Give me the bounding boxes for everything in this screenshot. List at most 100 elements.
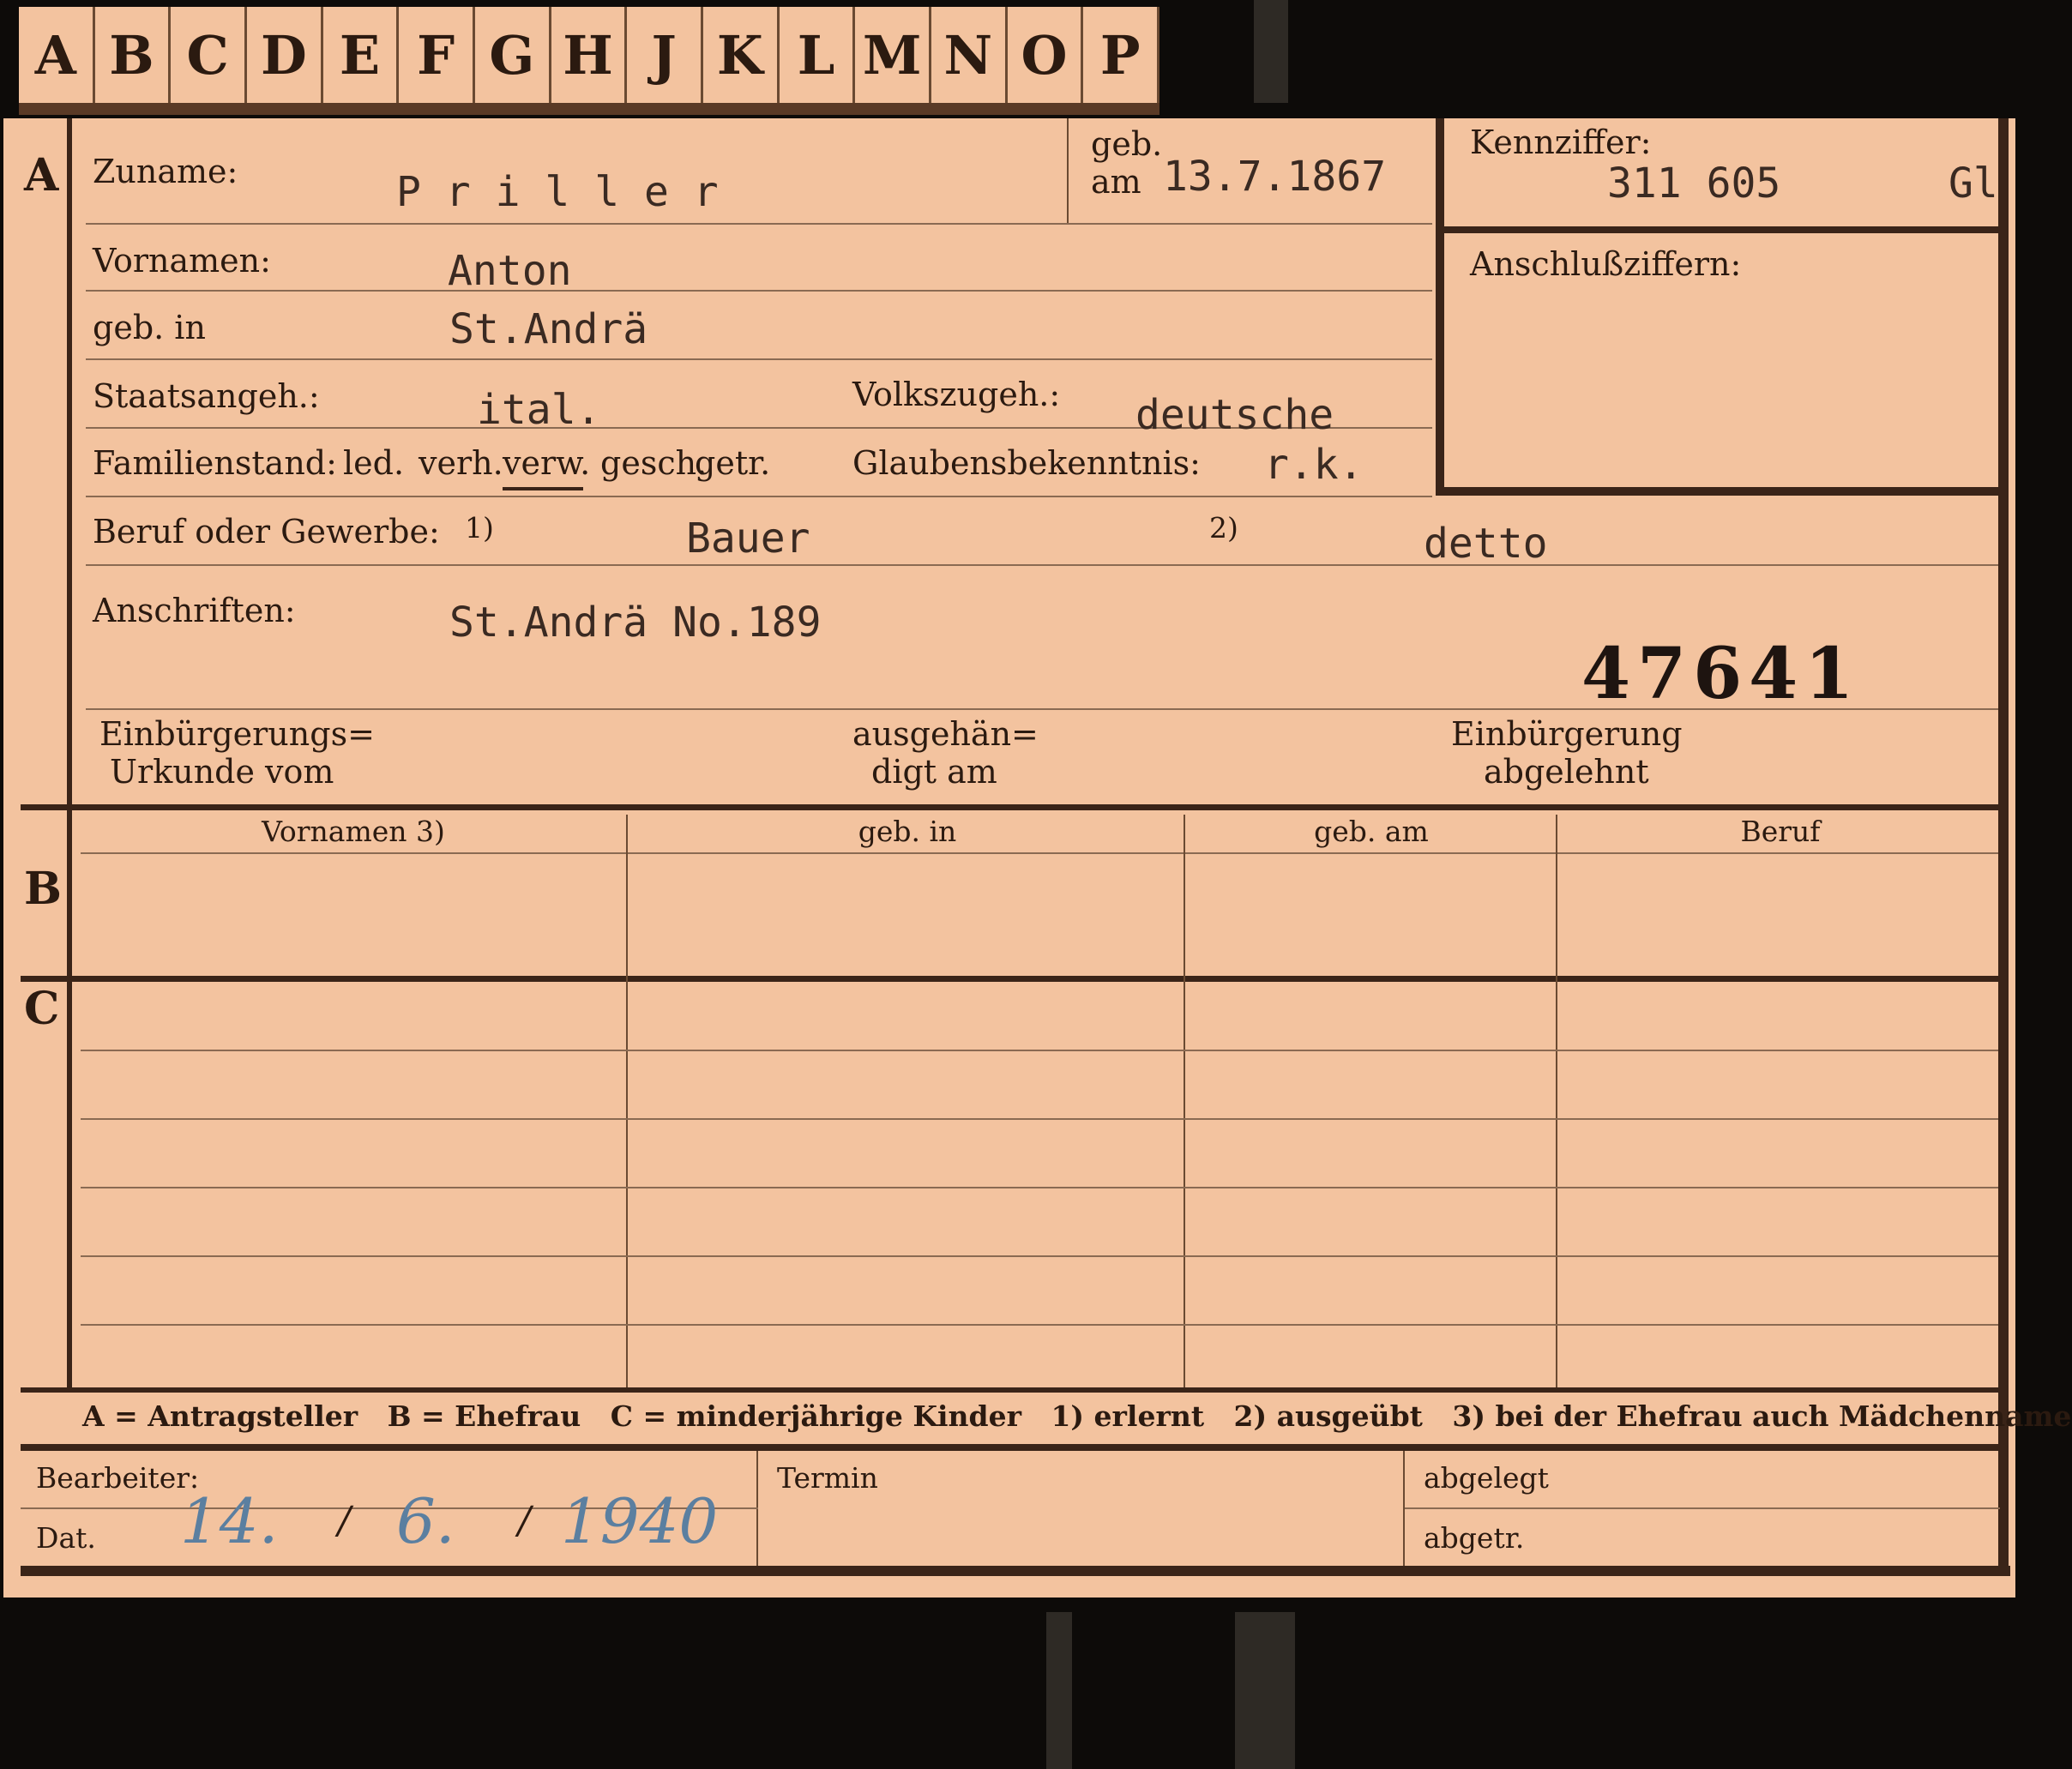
volkszugeh-value: deutsche	[1135, 391, 1334, 439]
table-row-line	[81, 1050, 1998, 1051]
index-tab-j[interactable]: J	[627, 7, 703, 103]
beruf-value-1: Bauer	[686, 514, 810, 563]
einb-abgelehnt-label-2: abgelehnt	[1484, 753, 1649, 791]
dat-day: 14.	[180, 1485, 279, 1557]
col-header-geb-in: geb. in	[858, 815, 957, 848]
dat-label: Dat.	[36, 1521, 96, 1555]
volkszugeh-label: Volkszugeh.:	[852, 376, 1061, 413]
table-row-line	[81, 1187, 1998, 1188]
index-tab-f[interactable]: F	[399, 7, 475, 103]
vornamen-value: Anton	[448, 247, 572, 295]
kennziffer-label: Kennziffer:	[1470, 123, 1652, 161]
einb-abgelehnt-label-1: Einbürgerung	[1451, 715, 1683, 753]
index-tab-a[interactable]: A	[19, 7, 95, 103]
vornamen-label: Vornamen:	[93, 242, 271, 280]
kennziffer-box-bottom	[1436, 487, 2002, 496]
footer-line	[1405, 1507, 2000, 1509]
einb-urkunde-label-1: Einbürgerungs=	[99, 715, 375, 753]
registration-card: A B C Kennziffer: 311 605 Gl Anschlußzif…	[3, 118, 2071, 1598]
index-tab-l[interactable]: L	[780, 7, 856, 103]
row-line	[86, 223, 1432, 225]
index-tab-b[interactable]: B	[95, 7, 172, 103]
section-c-marker: C	[24, 983, 60, 1035]
index-tabs: ABCDEFGHJKLMNOP	[19, 7, 1159, 103]
termin-label: Termin	[777, 1461, 878, 1495]
table-row-line	[81, 1324, 1998, 1326]
index-tab-c[interactable]: C	[171, 7, 247, 103]
index-tab-d[interactable]: D	[247, 7, 323, 103]
dat-sep-1: /	[338, 1499, 351, 1543]
background-stripe	[1254, 0, 1288, 103]
abgetr-label: abgetr.	[1424, 1521, 1525, 1555]
col-header-geb-am: geb. am	[1314, 815, 1429, 848]
familienstand-option-verw: verw.	[503, 444, 591, 482]
familienstand-option-gesch: gesch.	[600, 444, 708, 482]
familienstand-label: Familienstand:	[93, 444, 337, 482]
ausgehaendigt-label-2: digt am	[871, 753, 997, 791]
geb-am-value: 13.7.1867	[1163, 153, 1387, 201]
geb-in-label: geb. in	[93, 309, 206, 346]
section-a-marker: A	[24, 149, 59, 202]
dat-month: 6.	[396, 1485, 455, 1557]
geb-divider	[1067, 118, 1069, 223]
familienstand-option-led: led.	[343, 444, 405, 482]
index-tab-k[interactable]: K	[703, 7, 780, 103]
card-bottom	[21, 1566, 2010, 1576]
col-divider	[1184, 815, 1185, 1387]
tab-baseline	[19, 103, 1159, 115]
ausgehaendigt-label-1: ausgehän=	[852, 715, 1039, 753]
kennziffer-suffix: Gl	[1949, 159, 1998, 208]
glaubens-label: Glaubensbekenntnis:	[852, 444, 1201, 482]
familienstand-option-verh: verh.	[419, 444, 503, 482]
section-c-bottom	[21, 1387, 2002, 1393]
bearbeiter-label: Bearbeiter:	[36, 1461, 200, 1495]
background-stripe	[1046, 1612, 1072, 1769]
row-line	[86, 496, 1432, 497]
dat-year: 1940	[561, 1485, 719, 1557]
familienstand-selected-underline	[503, 487, 583, 490]
col-header-vornamen: Vornamen 3)	[262, 815, 445, 848]
row-line	[86, 564, 1998, 566]
index-tab-e[interactable]: E	[323, 7, 400, 103]
section-b-marker: B	[24, 863, 62, 915]
legend-bottom	[21, 1444, 2002, 1451]
einb-urkunde-label-2: Urkunde vom	[110, 753, 334, 791]
index-tab-o[interactable]: O	[1008, 7, 1084, 103]
beruf-label: Beruf oder Gewerbe:	[93, 513, 440, 551]
col-header-beruf: Beruf	[1740, 815, 1821, 848]
legend-text: A = Antragsteller B = Ehefrau C = minder…	[82, 1399, 2072, 1433]
index-tab-n[interactable]: N	[931, 7, 1008, 103]
beruf-mark-1: 1)	[465, 511, 494, 545]
background-stripe	[1235, 1612, 1295, 1769]
abgelegt-label: abgelegt	[1424, 1461, 1549, 1495]
section-b-bottom	[21, 976, 2002, 982]
index-tab-h[interactable]: H	[551, 7, 628, 103]
col-divider	[1556, 815, 1557, 1387]
index-tab-g[interactable]: G	[475, 7, 551, 103]
kennziffer-box-mid	[1444, 226, 2002, 233]
left-border	[67, 118, 72, 1387]
row-line	[86, 290, 1432, 292]
anschriften-label: Anschriften:	[93, 592, 296, 629]
familienstand-option-getr: getr.	[695, 444, 771, 482]
glaubens-value: r.k.	[1264, 441, 1364, 489]
col-divider	[626, 815, 628, 1387]
anschluss-label: Anschlußziffern:	[1470, 245, 1742, 283]
index-tab-p[interactable]: P	[1083, 7, 1159, 103]
table-header-line	[81, 852, 1998, 854]
row-line	[86, 358, 1432, 360]
index-tab-m[interactable]: M	[855, 7, 931, 103]
geb-label: geb.	[1091, 125, 1163, 163]
kennziffer-box-left	[1436, 118, 1444, 496]
zuname-label: Zuname:	[93, 153, 238, 190]
kennziffer-value: 311 605	[1607, 159, 1781, 208]
table-row-line	[81, 1118, 1998, 1120]
staatsangeh-label: Staatsangeh.:	[93, 377, 320, 415]
anschriften-value: St.Andrä No.189	[449, 599, 822, 647]
zuname-value: P r i l l e r	[396, 168, 719, 216]
dat-sep-2: /	[518, 1499, 531, 1543]
section-a-bottom	[21, 804, 2002, 810]
stamp-number: 47641	[1581, 633, 1861, 715]
beruf-value-2: detto	[1424, 520, 1548, 568]
am-label: am	[1091, 163, 1141, 201]
